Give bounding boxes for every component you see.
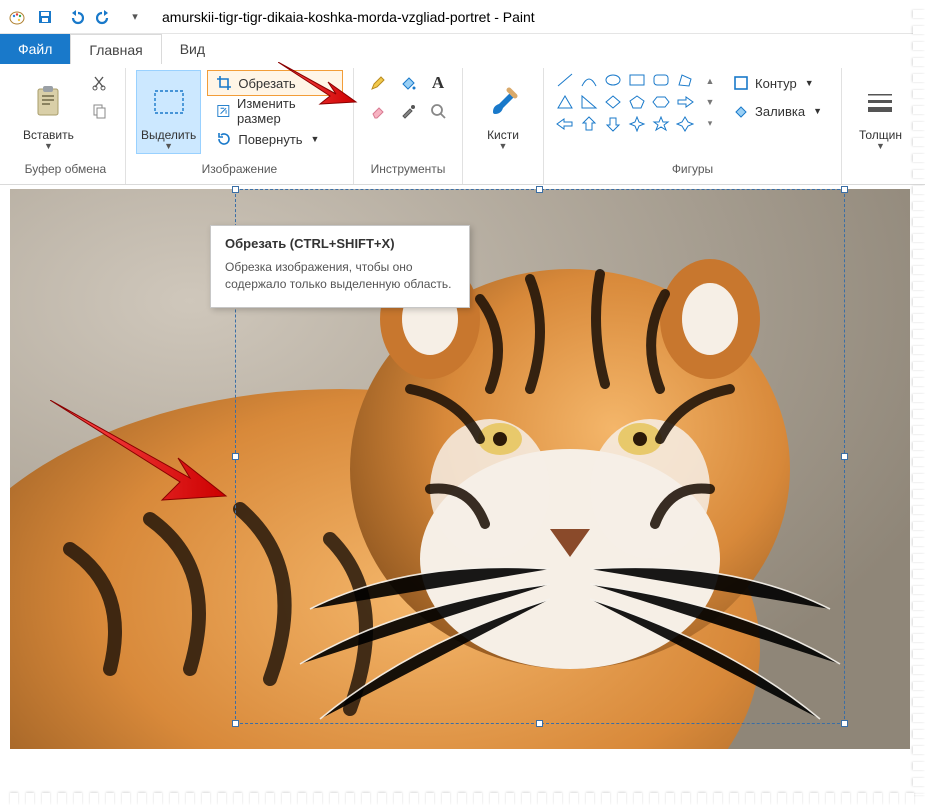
chevron-down-icon: ▼ <box>164 142 173 151</box>
tab-file[interactable]: Файл <box>0 34 70 64</box>
group-label-tools: Инструменты <box>371 162 446 180</box>
shape-gallery-more[interactable]: ▾ <box>702 118 718 129</box>
selection-handle[interactable] <box>536 720 543 727</box>
group-thickness: Толщин ▼ <box>842 68 919 184</box>
ribbon-tabs: Файл Главная Вид <box>0 34 925 64</box>
redo-button[interactable] <box>92 4 118 30</box>
selection-handle[interactable] <box>841 453 848 460</box>
shape-diamond[interactable] <box>602 92 624 112</box>
shape-right-triangle[interactable] <box>578 92 600 112</box>
fill-label: Заливка <box>755 104 805 119</box>
selection-handle[interactable] <box>232 720 239 727</box>
tab-home[interactable]: Главная <box>70 34 161 64</box>
select-button[interactable]: Выделить ▼ <box>136 70 201 154</box>
shape-outline-button[interactable]: Контур ▼ <box>724 70 831 96</box>
crop-tooltip: Обрезать (CTRL+SHIFT+X) Обрезка изображе… <box>210 225 470 308</box>
quick-access-toolbar: ▾ <box>32 4 148 30</box>
pencil-tool[interactable] <box>364 70 392 96</box>
group-tools: A Инструменты <box>354 68 463 184</box>
shape-line[interactable] <box>554 70 576 90</box>
torn-edge <box>10 793 915 805</box>
shape-rect[interactable] <box>626 70 648 90</box>
tooltip-title: Обрезать (CTRL+SHIFT+X) <box>225 236 455 251</box>
title-bar: ▾ amurskii-tigr-tigr-dikaia-koshka-morda… <box>0 0 925 34</box>
shape-pentagon[interactable] <box>626 92 648 112</box>
shape-triangle[interactable] <box>554 92 576 112</box>
chevron-down-icon: ▼ <box>876 142 885 151</box>
shape-scroll-down[interactable]: ▼ <box>702 97 718 107</box>
shape-oval[interactable] <box>602 70 624 90</box>
fill-tool[interactable] <box>394 70 422 96</box>
undo-button[interactable] <box>62 4 88 30</box>
group-label-shapes: Фигуры <box>672 162 713 180</box>
group-brushes: Кисти ▼ <box>463 68 544 184</box>
shape-scroll-up[interactable]: ▲ <box>702 76 718 86</box>
group-label-clipboard: Буфер обмена <box>25 162 107 180</box>
annotation-arrow-icon <box>50 400 230 510</box>
window-title: amurskii-tigr-tigr-dikaia-koshka-morda-v… <box>162 9 535 25</box>
thickness-button[interactable]: Толщин ▼ <box>852 70 909 154</box>
tab-view[interactable]: Вид <box>162 34 223 64</box>
selection-handle[interactable] <box>232 186 239 193</box>
selection-handle[interactable] <box>841 186 848 193</box>
save-button[interactable] <box>32 4 58 30</box>
app-icon <box>6 6 28 28</box>
magnifier-tool[interactable] <box>424 98 452 124</box>
paste-button[interactable]: Вставить ▼ <box>16 70 81 154</box>
group-label-brushes <box>501 162 504 180</box>
rotate-label: Повернуть <box>238 132 302 147</box>
annotation-arrow-icon <box>278 62 358 112</box>
torn-edge <box>913 10 925 795</box>
color-picker-tool[interactable] <box>394 98 422 124</box>
text-tool[interactable]: A <box>424 70 452 96</box>
group-label-image: Изображение <box>202 162 278 180</box>
selection-handle[interactable] <box>536 186 543 193</box>
shape-roundrect[interactable] <box>650 70 672 90</box>
ribbon: Вставить ▼ Буфер обмена Выделить ▼ Обрез… <box>0 64 925 185</box>
shape-arrow-right[interactable] <box>674 92 696 112</box>
shape-star5[interactable] <box>650 114 672 134</box>
shape-arrow-left[interactable] <box>554 114 576 134</box>
cut-button[interactable] <box>87 70 115 96</box>
tooltip-body: Обрезка изображения, чтобы оно содержало… <box>225 259 455 293</box>
group-clipboard: Вставить ▼ Буфер обмена <box>6 68 126 184</box>
eraser-tool[interactable] <box>364 98 392 124</box>
shape-hexagon[interactable] <box>650 92 672 112</box>
shape-gallery[interactable] <box>554 70 696 134</box>
selection-handle[interactable] <box>232 453 239 460</box>
selection-handle[interactable] <box>841 720 848 727</box>
shape-arrow-up[interactable] <box>578 114 600 134</box>
shape-polygon[interactable] <box>674 70 696 90</box>
chevron-down-icon: ▼ <box>499 142 508 151</box>
brushes-button[interactable]: Кисти ▼ <box>473 70 533 154</box>
rotate-button[interactable]: Повернуть ▼ <box>207 126 343 152</box>
shape-star4[interactable] <box>626 114 648 134</box>
chevron-down-icon: ▼ <box>44 142 53 151</box>
copy-button[interactable] <box>87 98 115 124</box>
outline-label: Контур <box>755 76 797 91</box>
shape-curve[interactable] <box>578 70 600 90</box>
group-shapes: ▲ ▼ ▾ Контур ▼ Заливка ▼ Фигуры <box>544 68 842 184</box>
qat-customize[interactable]: ▾ <box>122 4 148 30</box>
shape-arrow-down[interactable] <box>602 114 624 134</box>
shape-fill-button[interactable]: Заливка ▼ <box>724 98 831 124</box>
shape-star6[interactable] <box>674 114 696 134</box>
